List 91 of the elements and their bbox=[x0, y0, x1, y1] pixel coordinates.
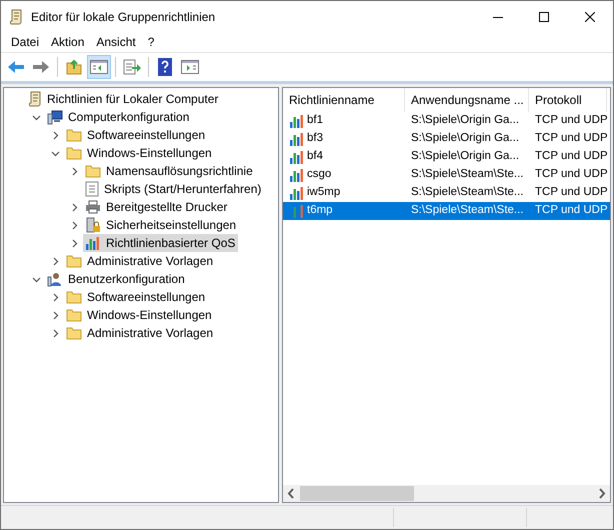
tree-item[interactable]: Windows-Einstellungen bbox=[64, 144, 215, 162]
menu-item[interactable]: Aktion bbox=[45, 33, 90, 51]
bar-chart-icon bbox=[289, 203, 305, 219]
close-icon bbox=[585, 12, 595, 22]
table-cell-text: TCP und UDP bbox=[535, 185, 608, 200]
tree-item[interactable]: Administrative Vorlagen bbox=[64, 324, 216, 342]
bar-chart-icon bbox=[289, 149, 305, 165]
menu-item[interactable]: Datei bbox=[5, 33, 46, 51]
maximize-icon bbox=[539, 12, 549, 22]
tree-pane-icon bbox=[90, 60, 108, 74]
table-row[interactable]: csgo S:\Spiele\Steam\Ste... TCP und UDP bbox=[283, 166, 610, 184]
printer-icon bbox=[85, 200, 101, 214]
bar-chart-icon bbox=[289, 131, 305, 147]
table-cell-text: t6mp bbox=[307, 203, 333, 218]
table-row[interactable]: iw5mp S:\Spiele\Steam\Ste... TCP und UDP bbox=[283, 184, 610, 202]
folder-icon bbox=[66, 128, 82, 142]
table-cell-text: csgo bbox=[307, 167, 332, 182]
table-cell-text: TCP und UDP bbox=[535, 149, 608, 164]
tree-item[interactable]: Namensauflösungsrichtlinie bbox=[83, 162, 256, 180]
tree-item[interactable]: Windows-Einstellungen bbox=[64, 306, 215, 324]
bar-chart-icon bbox=[85, 235, 101, 251]
folder-icon bbox=[66, 326, 82, 340]
column-header[interactable]: Anwendungsname ... bbox=[405, 88, 529, 112]
table-cell-text: TCP und UDP bbox=[535, 167, 608, 182]
table-row[interactable]: bf4 S:\Spiele\Origin Ga... TCP und UDP bbox=[283, 148, 610, 166]
table-cell-text: TCP und UDP bbox=[535, 131, 608, 146]
column-header[interactable]: Protokoll bbox=[529, 88, 607, 112]
table-cell-text: TCP und UDP bbox=[535, 113, 608, 128]
scrollbar-thumb[interactable] bbox=[300, 486, 414, 501]
folder-up-icon bbox=[66, 59, 82, 75]
table-cell-text: S:\Spiele\Steam\Ste... bbox=[411, 185, 524, 200]
tree-item[interactable]: Computerkonfiguration bbox=[45, 108, 192, 126]
tree-item[interactable]: Administrative Vorlagen bbox=[64, 252, 216, 270]
collapsed-chevron-icon[interactable] bbox=[70, 202, 78, 212]
left-arrow-icon bbox=[7, 60, 25, 74]
table-cell-text: S:\Spiele\Steam\Ste... bbox=[411, 203, 524, 218]
tree-item[interactable]: Softwareeinstellungen bbox=[64, 126, 208, 144]
collapsed-chevron-icon[interactable] bbox=[50, 328, 60, 338]
computer-icon bbox=[47, 109, 63, 125]
help-icon bbox=[158, 58, 172, 76]
menu-item[interactable]: ? bbox=[142, 33, 160, 51]
export-list-icon bbox=[123, 59, 141, 75]
expanded-chevron-icon[interactable] bbox=[32, 112, 40, 122]
window-title: Editor für lokale Gruppenrichtlinien bbox=[31, 8, 216, 26]
right-arrow-icon bbox=[32, 60, 50, 74]
scroll-icon bbox=[9, 8, 23, 24]
tree-item[interactable]: Benutzerkonfiguration bbox=[45, 270, 188, 288]
table-row[interactable]: t6mp S:\Spiele\Steam\Ste... TCP und UDP bbox=[283, 202, 610, 220]
folder-icon bbox=[66, 290, 82, 304]
table-cell-text: iw5mp bbox=[307, 185, 340, 200]
tree-item[interactable]: Skripts (Start/Herunterfahren) bbox=[83, 180, 264, 198]
collapsed-chevron-icon[interactable] bbox=[70, 238, 78, 248]
user-icon bbox=[47, 271, 63, 287]
folder-icon bbox=[66, 146, 82, 160]
show-tree-button[interactable] bbox=[87, 55, 111, 79]
table-cell-text: S:\Spiele\Origin Ga... bbox=[411, 149, 520, 164]
table-row[interactable]: bf3 S:\Spiele\Origin Ga... TCP und UDP bbox=[283, 130, 610, 148]
server-lock-icon bbox=[85, 217, 101, 233]
script-icon bbox=[85, 181, 99, 197]
tree-item[interactable]: Bereitgestellte Drucker bbox=[83, 198, 230, 216]
tree-item[interactable]: Sicherheitseinstellungen bbox=[83, 216, 240, 234]
table-cell-text: TCP und UDP bbox=[535, 203, 608, 218]
table-cell-text: bf3 bbox=[307, 131, 323, 146]
tree-item[interactable]: Richtlinien für Lokaler Computer bbox=[26, 90, 222, 108]
bar-chart-icon bbox=[289, 167, 305, 183]
collapsed-chevron-icon[interactable] bbox=[50, 310, 60, 320]
expanded-chevron-icon[interactable] bbox=[50, 148, 60, 158]
collapsed-chevron-icon[interactable] bbox=[70, 220, 78, 230]
tree-item[interactable]: Richtlinienbasierter QoS bbox=[83, 234, 238, 252]
table-row[interactable]: bf1 S:\Spiele\Origin Ga... TCP und UDP bbox=[283, 112, 610, 130]
folder-icon bbox=[66, 308, 82, 322]
bar-chart-icon bbox=[289, 185, 305, 201]
folder-icon bbox=[66, 254, 82, 268]
collapsed-chevron-icon[interactable] bbox=[50, 130, 60, 140]
folder-icon bbox=[85, 164, 101, 178]
table-cell-text: bf4 bbox=[307, 149, 323, 164]
expanded-chevron-icon[interactable] bbox=[32, 274, 40, 284]
table-cell-text: bf1 bbox=[307, 113, 323, 128]
bar-chart-icon bbox=[289, 113, 305, 129]
scroll-icon bbox=[28, 91, 42, 107]
tree-item[interactable]: Softwareeinstellungen bbox=[64, 288, 208, 306]
table-cell-text: S:\Spiele\Origin Ga... bbox=[411, 113, 520, 128]
action-pane-icon bbox=[181, 60, 199, 74]
collapsed-chevron-icon[interactable] bbox=[50, 292, 60, 302]
table-cell-text: S:\Spiele\Origin Ga... bbox=[411, 131, 520, 146]
horizontal-scrollbar[interactable] bbox=[283, 485, 610, 502]
collapsed-chevron-icon[interactable] bbox=[70, 166, 78, 176]
column-header[interactable]: Richtlinienname bbox=[283, 88, 405, 112]
menu-item[interactable]: Ansicht bbox=[90, 33, 142, 51]
collapsed-chevron-icon[interactable] bbox=[50, 256, 60, 266]
table-cell-text: S:\Spiele\Steam\Ste... bbox=[411, 167, 524, 182]
